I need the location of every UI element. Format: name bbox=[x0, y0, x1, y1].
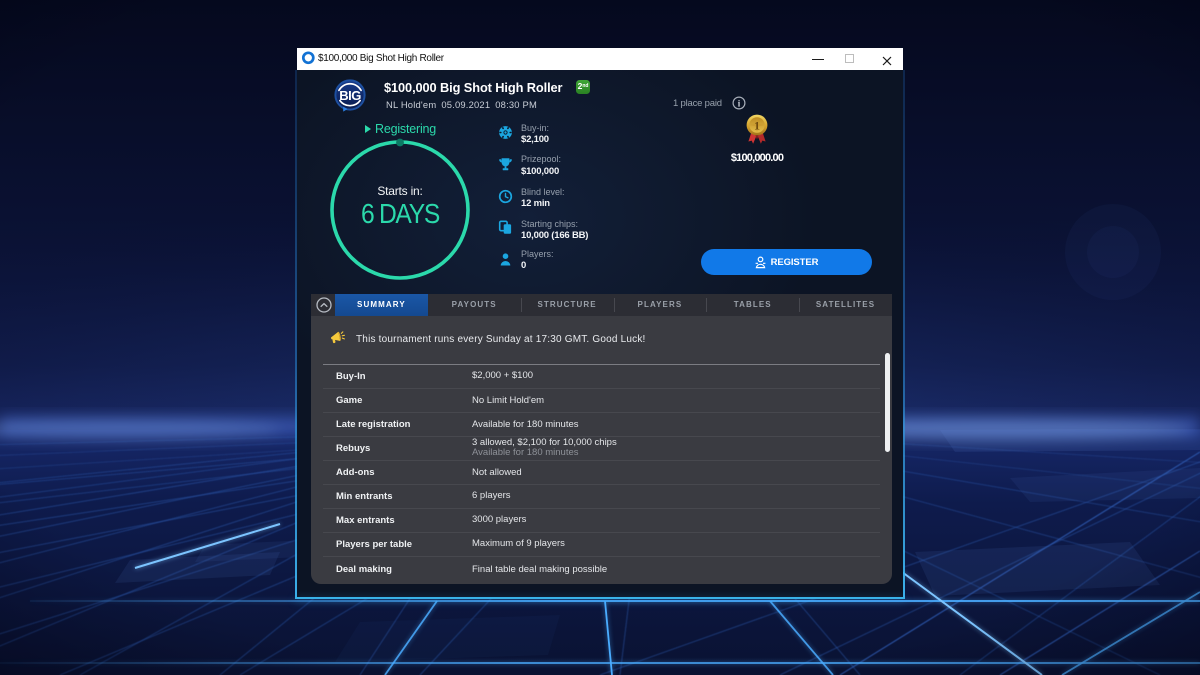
svg-text:i: i bbox=[738, 98, 741, 108]
svg-text:BIG: BIG bbox=[339, 88, 361, 103]
svg-text:1: 1 bbox=[754, 118, 760, 132]
